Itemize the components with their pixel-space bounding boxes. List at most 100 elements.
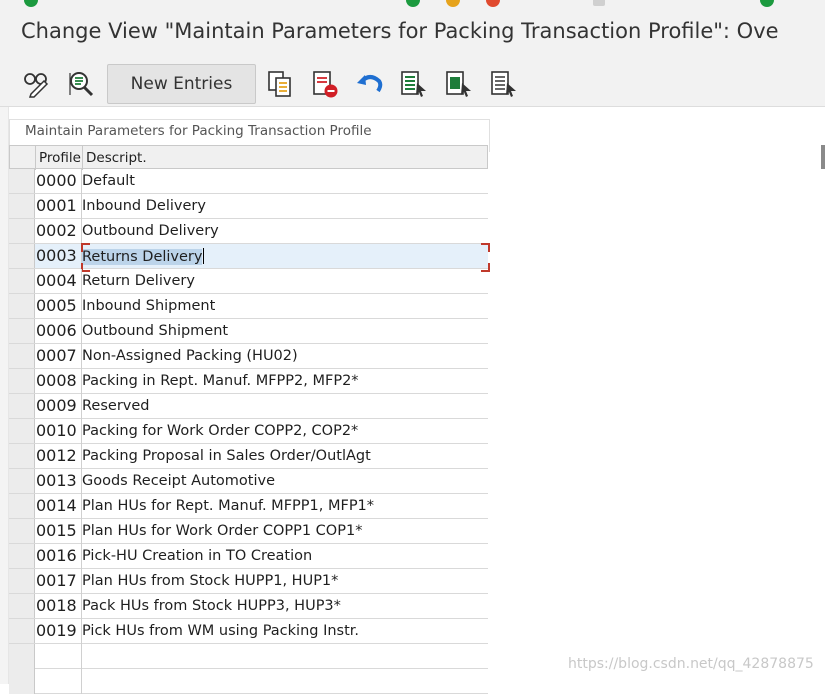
row-selector[interactable] [9,444,35,468]
table-row[interactable]: 0004 Return Delivery [9,269,488,294]
table-row[interactable]: 0017 Plan HUs from Stock HUPP1, HUP1* [9,569,488,594]
column-header-description[interactable]: Descript. [86,150,147,166]
description-text: Goods Receipt Automotive [82,473,275,489]
description-text: Reserved [82,398,150,414]
title-bar: Change View "Maintain Parameters for Pac… [0,8,825,60]
copy-as-icon[interactable] [265,69,295,99]
table-row[interactable]: 0007 Non-Assigned Packing (HU02) [9,344,488,369]
table-row[interactable]: 0019 Pick HUs from WM using Packing Instr… [9,619,488,644]
green-status-icon [406,0,420,7]
profile-cell: 0013 [36,471,77,490]
description-cell[interactable]: Plan HUs for Work Order COPP1 COP1* [82,523,362,539]
description-cell[interactable]: Non-Assigned Packing (HU02) [82,348,298,364]
row-selector[interactable] [9,169,35,193]
row-selector[interactable] [9,469,35,493]
table-row[interactable]: 0014 Plan HUs for Rept. Manuf. MFPP1, MFP… [9,494,488,519]
description-cell[interactable]: Plan HUs for Rept. Manuf. MFPP1, MFP1* [82,498,374,514]
row-selector[interactable] [9,369,35,393]
row-selector[interactable] [9,294,35,318]
description-cell[interactable]: Plan HUs from Stock HUPP1, HUP1* [82,573,338,589]
profile-cell: 0012 [36,446,77,465]
table-row[interactable]: 0018 Pack HUs from Stock HUPP3, HUP3* [9,594,488,619]
empty-row[interactable] [9,644,488,669]
profile-cell: 0005 [36,296,77,315]
green-status-icon [760,0,774,7]
select-all-icon[interactable] [399,69,429,99]
description-cell[interactable]: Reserved [82,398,150,414]
row-selector[interactable] [9,219,35,243]
profile-cell: 0010 [36,421,77,440]
table-row[interactable]: 0012 Packing Proposal in Sales Order/Outl… [9,444,488,469]
description-cell[interactable]: Packing for Work Order COPP2, COP2* [82,423,358,439]
description-text: Packing Proposal in Sales Order/OutlAgt [82,448,371,464]
delete-icon[interactable] [310,69,340,99]
profile-cell: 0014 [36,496,77,515]
row-selector[interactable] [9,669,35,694]
row-selector[interactable] [9,619,35,643]
row-selector[interactable] [9,544,35,568]
table-row[interactable]: 0009 Reserved [9,394,488,419]
table-row[interactable]: 0001 Inbound Delivery [9,194,488,219]
row-selector[interactable] [9,519,35,543]
window-control-icon[interactable] [593,0,605,6]
empty-row[interactable] [9,669,488,694]
description-cell[interactable]: Goods Receipt Automotive [82,473,275,489]
table-row[interactable]: 0002 Outbound Delivery [9,219,488,244]
description-cell[interactable]: Pack HUs from Stock HUPP3, HUP3* [82,598,341,614]
window-top-strip [0,0,825,8]
table-row[interactable]: 0010 Packing for Work Order COPP2, COP2* [9,419,488,444]
watermark: https://blog.csdn.net/qq_42878875 [568,656,814,672]
description-cell[interactable]: Pick-HU Creation in TO Creation [82,548,312,564]
text-cursor [203,248,205,264]
row-selector[interactable] [9,494,35,518]
description-cell[interactable]: Inbound Shipment [82,298,215,314]
profile-cell: 0000 [36,171,77,190]
table-row[interactable]: 0000 Default [9,169,488,194]
row-selector[interactable] [9,419,35,443]
row-selector[interactable] [9,194,35,218]
row-selector[interactable] [9,394,35,418]
description-cell[interactable]: Returns Delivery [82,248,205,265]
page-title: Change View "Maintain Parameters for Pac… [21,19,779,43]
row-selector[interactable] [9,319,35,343]
table-row[interactable]: 0008 Packing in Rept. Manuf. MFPP2, MFP2* [9,369,488,394]
table-row[interactable]: 0003 Returns Delivery [9,243,490,272]
select-block-icon[interactable] [444,69,474,99]
description-cell[interactable]: Pick HUs from WM using Packing Instr. [82,623,359,639]
row-selector[interactable] [9,569,35,593]
details-icon[interactable] [66,69,96,99]
description-text: Packing in Rept. Manuf. MFPP2, MFP2* [82,373,359,389]
vertical-scrollbar[interactable] [821,145,825,169]
description-cell[interactable]: Packing in Rept. Manuf. MFPP2, MFP2* [82,373,359,389]
column-header-profile[interactable]: Profile [39,150,81,166]
row-selector[interactable] [9,594,35,618]
description-text: Plan HUs from Stock HUPP1, HUP1* [82,573,339,589]
undo-icon[interactable] [354,69,384,99]
description-text: Pick-HU Creation in TO Creation [82,548,313,564]
description-cell[interactable]: Inbound Delivery [82,198,206,214]
select-all-cell[interactable] [10,146,36,170]
row-selector[interactable] [9,244,35,268]
table-row[interactable]: 0016 Pick-HU Creation in TO Creation [9,544,488,569]
table-row[interactable]: 0013 Goods Receipt Automotive [9,469,488,494]
table-row[interactable]: 0005 Inbound Shipment [9,294,488,319]
row-selector[interactable] [9,269,35,293]
left-gutter [0,107,9,684]
row-selector[interactable] [9,644,35,669]
description-text: Default [82,173,135,189]
description-text: Returns Delivery [82,249,203,265]
new-entries-button[interactable]: New Entries [107,64,256,104]
application-toolbar: New Entries [0,60,825,107]
description-text: Inbound Shipment [82,298,216,314]
description-cell[interactable]: Default [82,173,135,189]
row-selector[interactable] [9,344,35,368]
table-row[interactable]: 0006 Outbound Shipment [9,319,488,344]
display-change-icon[interactable] [22,69,52,99]
description-cell[interactable]: Return Delivery [82,273,195,289]
description-text: Return Delivery [82,273,195,289]
description-cell[interactable]: Outbound Shipment [82,323,228,339]
description-cell[interactable]: Outbound Delivery [82,223,219,239]
description-cell[interactable]: Packing Proposal in Sales Order/OutlAgt [82,448,371,464]
table-row[interactable]: 0015 Plan HUs for Work Order COPP1 COP1* [9,519,488,544]
deselect-all-icon[interactable] [489,69,519,99]
